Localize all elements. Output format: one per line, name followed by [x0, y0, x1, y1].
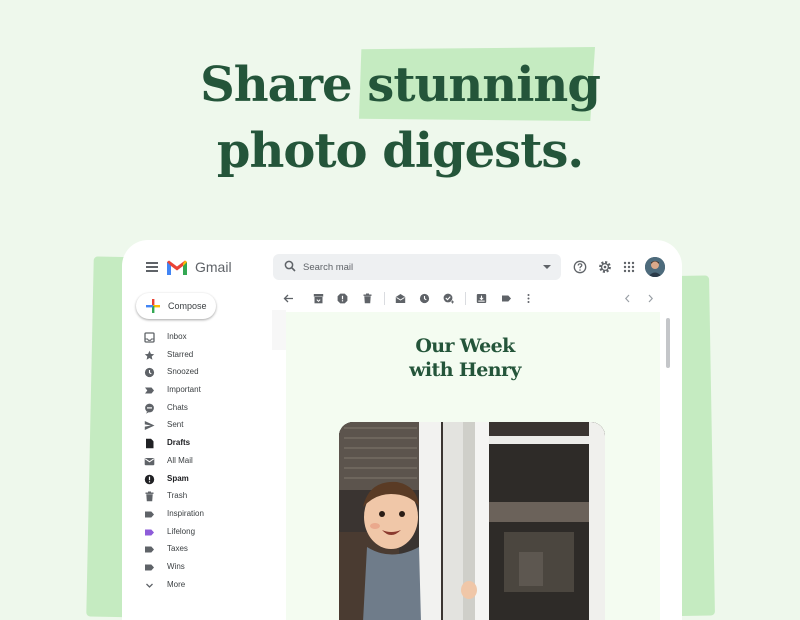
sidebar-item-label: Inspiration: [167, 509, 204, 518]
search-input[interactable]: [303, 258, 533, 276]
sidebar-item-label: Drafts: [167, 438, 191, 447]
sidebar-item-more[interactable]: More: [144, 578, 264, 594]
sidebar-item-label: Chats: [167, 403, 188, 412]
account-avatar[interactable]: [645, 257, 665, 277]
search-options-dropdown-icon[interactable]: [543, 265, 551, 269]
sidebar-item-label: More: [167, 580, 186, 589]
settings-gear-icon[interactable]: [598, 260, 612, 274]
label-icon: [145, 564, 154, 571]
more-options-icon[interactable]: [523, 293, 534, 304]
sidebar-item-label: Inbox: [167, 332, 187, 341]
inbox-icon: [144, 332, 155, 343]
sidebar-item-label: Snoozed: [167, 367, 199, 376]
sidebar-item-spam[interactable]: Spam: [144, 472, 264, 488]
sidebar-item-inspiration[interactable]: Inspiration: [144, 507, 264, 523]
plus-icon: [146, 299, 160, 313]
label-icon: [145, 546, 154, 553]
help-icon[interactable]: [573, 260, 587, 274]
mail-icon: [144, 458, 155, 466]
sidebar-item-starred[interactable]: Starred: [144, 348, 264, 364]
compose-button[interactable]: Compose: [136, 293, 216, 319]
delete-icon[interactable]: [362, 293, 373, 304]
message-gutter: [272, 310, 286, 350]
back-arrow-icon[interactable]: [283, 293, 294, 304]
sidebar-item-wins[interactable]: Wins: [144, 560, 264, 576]
search-bar[interactable]: [273, 254, 561, 280]
sidebar-item-snoozed[interactable]: Snoozed: [144, 365, 264, 381]
sidebar-item-label: Trash: [167, 491, 188, 500]
gmail-window: Gmail Search mail Compose Inbox Starred …: [122, 240, 682, 620]
sidebar-item-label: Starred: [167, 350, 194, 359]
sidebar-item-label: Sent: [167, 420, 184, 429]
mark-unread-icon[interactable]: [395, 293, 406, 304]
sidebar-item-trash[interactable]: Trash: [144, 489, 264, 505]
sidebar-item-taxes[interactable]: Taxes: [144, 542, 264, 558]
report-spam-icon[interactable]: [337, 293, 348, 304]
digest-photo[interactable]: [339, 422, 605, 620]
headline-line-1: Share stunning: [0, 47, 800, 121]
sidebar-item-lifelong[interactable]: Lifelong: [144, 525, 264, 541]
star-icon: [144, 350, 155, 360]
archive-icon[interactable]: [313, 293, 324, 304]
sidebar-item-important[interactable]: Important: [144, 383, 264, 399]
search-icon[interactable]: [284, 260, 296, 272]
toddler-photo-illustration: [339, 422, 605, 620]
sidebar-item-label: Spam: [167, 474, 189, 483]
hamburger-menu-icon[interactable]: [146, 262, 158, 272]
label-icon: [145, 511, 154, 518]
gmail-wordmark: Gmail: [195, 259, 232, 275]
add-to-tasks-icon[interactable]: [443, 293, 454, 304]
sidebar-item-drafts[interactable]: Drafts: [144, 436, 264, 452]
important-icon: [145, 387, 154, 394]
sidebar-item-label: All Mail: [167, 456, 193, 465]
toolbar-divider: [465, 292, 466, 305]
message-body: Our Week with Henry: [286, 312, 660, 620]
digest-title: Our Week with Henry: [286, 334, 644, 382]
headline-line-2: photo digests.: [216, 123, 584, 179]
trash-icon: [145, 491, 154, 502]
snooze-clock-icon[interactable]: [419, 293, 430, 304]
headline-plain-text: Share: [200, 57, 368, 113]
toolbar-divider: [384, 292, 385, 305]
compose-label: Compose: [168, 301, 207, 311]
headline-highlight-text: stunning: [367, 57, 601, 113]
gmail-logo-icon: [167, 260, 187, 275]
chevron-left-icon[interactable]: [622, 293, 633, 304]
send-icon: [144, 421, 155, 430]
sidebar-item-label: Lifelong: [167, 527, 196, 536]
chevron-right-icon[interactable]: [645, 293, 656, 304]
move-to-icon[interactable]: [476, 293, 487, 304]
sidebar-item-all-mail[interactable]: All Mail: [144, 454, 264, 470]
message-scrollbar[interactable]: [666, 318, 670, 368]
clock-icon: [144, 367, 155, 378]
sidebar-item-label: Wins: [167, 562, 185, 571]
headline: Share stunning photo digests.: [0, 47, 800, 184]
sidebar-item-label: Important: [167, 385, 201, 394]
draft-icon: [146, 438, 154, 449]
digest-title-line-1: Our Week: [415, 335, 515, 357]
sidebar-item-label: Taxes: [167, 544, 188, 553]
sidebar-item-chats[interactable]: Chats: [144, 401, 264, 417]
digest-title-line-2: with Henry: [409, 359, 521, 381]
sidebar-item-sent[interactable]: Sent: [144, 418, 264, 434]
spam-icon: [144, 474, 155, 485]
chevron-down-icon: [146, 583, 153, 588]
label-tag-icon[interactable]: [501, 293, 512, 304]
label-icon: [145, 529, 154, 536]
apps-grid-icon[interactable]: [622, 260, 636, 274]
chat-icon: [145, 403, 154, 414]
sidebar-item-inbox[interactable]: Inbox: [144, 330, 264, 346]
